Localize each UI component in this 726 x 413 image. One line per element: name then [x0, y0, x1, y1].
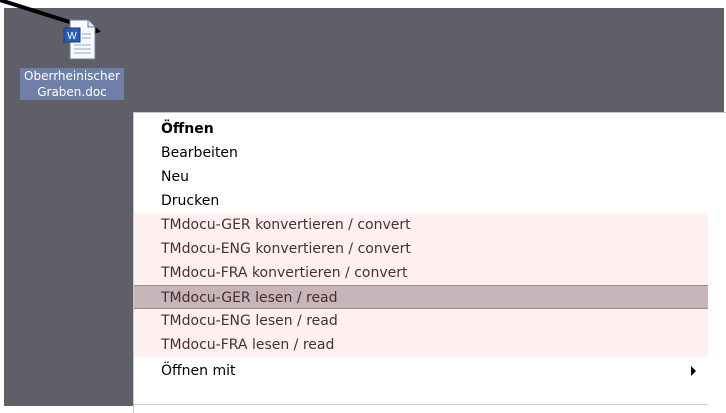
- file-label-line: Oberrheinischer: [22, 68, 122, 84]
- file-label-text: Oberrheinischer Graben.doc: [20, 68, 124, 100]
- menu-item-tmdocu-fra-read[interactable]: TMdocu-FRA lesen / read: [134, 333, 708, 357]
- svg-text:W: W: [67, 31, 77, 42]
- file-label[interactable]: Oberrheinischer Graben.doc: [2, 68, 142, 104]
- context-menu: Öffnen Bearbeiten Neu Drucken TMdocu-GER…: [133, 112, 726, 413]
- menu-item-tmdocu-ger-convert[interactable]: TMdocu-GER konvertieren / convert: [134, 213, 708, 237]
- file-label-line: Graben.doc: [35, 84, 109, 100]
- menu-divider: [134, 404, 708, 405]
- desktop: W Oberrheinischer Graben.doc Öffnen Bearb…: [0, 0, 726, 413]
- menu-item-oeffnen-mit-label: Öffnen mit: [161, 363, 236, 379]
- menu-item-tmdocu-eng-read[interactable]: TMdocu-ENG lesen / read: [134, 309, 708, 333]
- menu-item-oeffnen[interactable]: Öffnen: [134, 117, 708, 141]
- menu-item-bearbeiten[interactable]: Bearbeiten: [134, 141, 708, 165]
- menu-item-tmdocu-ger-read[interactable]: TMdocu-GER lesen / read: [134, 285, 708, 309]
- menu-item-tmdocu-eng-convert[interactable]: TMdocu-ENG konvertieren / convert: [134, 237, 708, 261]
- submenu-arrow-icon: [691, 366, 696, 376]
- menu-item-tmdocu-fra-convert[interactable]: TMdocu-FRA konvertieren / convert: [134, 261, 708, 285]
- document-icon[interactable]: W: [60, 18, 100, 62]
- menu-item-neu[interactable]: Neu: [134, 165, 708, 189]
- document-icon-graphic: W: [63, 19, 96, 60]
- menu-item-drucken[interactable]: Drucken: [134, 189, 708, 213]
- menu-item-oeffnen-mit[interactable]: Öffnen mit: [134, 359, 708, 383]
